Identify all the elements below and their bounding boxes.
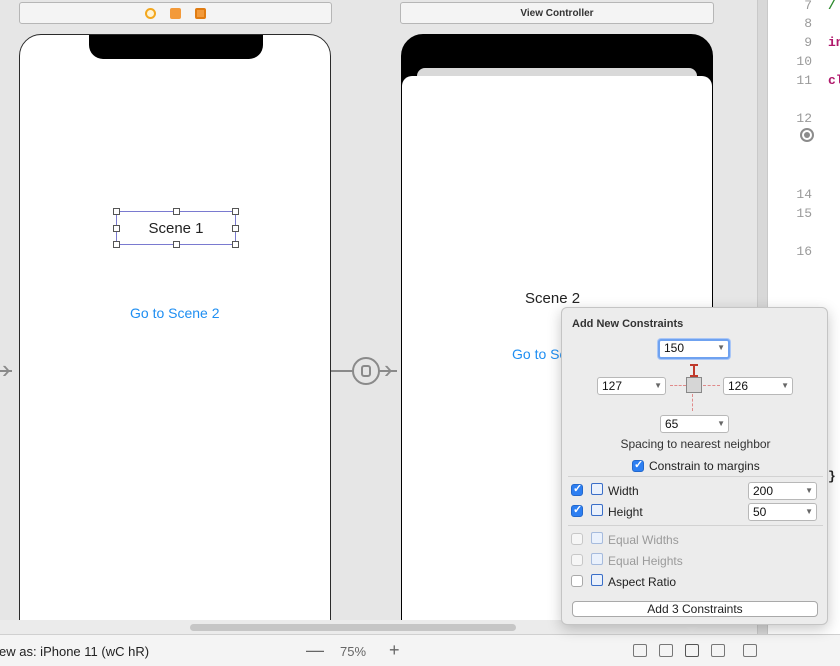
scene-2-label[interactable]: Scene 2 [525, 290, 580, 307]
closing-brace[interactable]: } [828, 469, 836, 484]
exit-icon[interactable] [195, 7, 206, 19]
scene-1-view[interactable]: Scene 1 Go to Scene 2 [19, 34, 331, 634]
code-line[interactable]: cl [828, 73, 840, 88]
scene-1-label[interactable]: Scene 1 [113, 208, 239, 248]
resize-handle[interactable] [232, 208, 239, 215]
resolve-issues-icon[interactable] [743, 644, 757, 657]
zoom-level: 75% [340, 644, 367, 659]
aspect-ratio-checkbox[interactable] [571, 575, 583, 587]
equal-heights-label: Equal Heights [608, 554, 683, 568]
scrollbar-thumb[interactable] [190, 624, 516, 631]
canvas-bottom-bar: ew as: iPhone 11 (wC hR) — 75% + [0, 634, 840, 666]
height-value-field[interactable]: 50 ▼ [748, 503, 817, 521]
equal-widths-label: Equal Widths [608, 533, 679, 547]
first-responder-icon[interactable] [170, 7, 181, 19]
go-to-scene-1-button[interactable]: Go to Sc [512, 346, 566, 362]
resize-handle[interactable] [113, 208, 120, 215]
zoom-in-button[interactable]: + [389, 640, 400, 661]
segue-arrow-icon: › [384, 354, 393, 384]
equal-widths-icon [591, 532, 603, 544]
scene-1-label-text: Scene 1 [148, 219, 204, 237]
chevron-down-icon[interactable]: ▼ [805, 504, 813, 520]
resize-handle[interactable] [113, 241, 120, 248]
equal-heights-checkbox[interactable] [571, 554, 583, 566]
left-spacing-value: 127 [602, 379, 623, 393]
chevron-down-icon[interactable]: ▼ [654, 378, 662, 394]
width-label: Width [608, 484, 639, 498]
aspect-ratio-label: Aspect Ratio [608, 575, 677, 589]
left-constraint-strut[interactable] [670, 385, 686, 386]
popover-arrow [683, 624, 701, 633]
view-controller-icon[interactable] [145, 7, 156, 19]
height-label: Height [608, 505, 643, 519]
device-notch [89, 35, 263, 59]
resize-handle[interactable] [173, 241, 180, 248]
popover-title: Add New Constraints [572, 318, 684, 330]
update-frames-icon[interactable] [633, 644, 647, 657]
height-checkbox[interactable] [571, 503, 583, 517]
constrain-margins-checkbox[interactable] [632, 458, 644, 472]
equal-heights-icon [591, 553, 603, 565]
left-spacing-field[interactable]: 127 ▼ [597, 377, 666, 395]
line-number: 16 [796, 244, 812, 259]
equal-widths-checkbox[interactable] [571, 533, 583, 545]
view-as-device-button[interactable]: ew as: iPhone 11 (wC hR) [0, 644, 149, 659]
segue-icon[interactable] [352, 357, 380, 385]
line-number: 7 [804, 0, 812, 13]
chevron-down-icon[interactable]: ▼ [717, 341, 725, 355]
resize-handle[interactable] [232, 225, 239, 232]
line-number: 15 [796, 206, 812, 221]
go-to-scene-2-button[interactable]: Go to Scene 2 [130, 305, 220, 321]
width-value-field[interactable]: 200 ▼ [748, 482, 817, 500]
line-number: 10 [796, 54, 812, 69]
scene-dock-right[interactable]: View Controller [400, 2, 714, 24]
right-spacing-field[interactable]: 126 ▼ [723, 377, 793, 395]
line-number: 14 [796, 187, 812, 202]
embed-in-stack-icon[interactable] [659, 644, 673, 657]
code-line[interactable]: / [828, 0, 836, 13]
line-number: 8 [804, 16, 812, 31]
right-constraint-strut[interactable] [703, 385, 720, 386]
width-constraint-icon [591, 483, 603, 495]
right-spacing-value: 126 [728, 379, 749, 393]
height-value: 50 [753, 505, 767, 519]
top-constraint-strut[interactable] [690, 364, 698, 377]
height-constraint-icon [591, 504, 603, 516]
bottom-spacing-field[interactable]: 65 ▼ [660, 415, 729, 433]
add-constraints-button[interactable]: Add 3 Constraints [572, 601, 818, 617]
divider [568, 525, 823, 526]
add-new-constraints-icon[interactable] [685, 644, 699, 657]
top-spacing-value: 150 [664, 341, 685, 355]
outlet-connection-icon[interactable] [800, 128, 814, 142]
top-spacing-field[interactable]: 150 ▼ [658, 339, 730, 359]
resize-handle[interactable] [173, 208, 180, 215]
resize-handle[interactable] [113, 225, 120, 232]
divider [568, 476, 823, 477]
code-line[interactable]: in [828, 35, 840, 50]
chevron-down-icon[interactable]: ▼ [781, 378, 789, 394]
bottom-spacing-value: 65 [665, 417, 679, 431]
width-checkbox[interactable] [571, 482, 583, 496]
align-icon[interactable] [711, 644, 725, 657]
bottom-constraint-strut[interactable] [692, 394, 693, 411]
chevron-down-icon[interactable]: ▼ [717, 416, 725, 432]
add-constraints-popover: Add New Constraints 150 ▼ 127 ▼ 126 ▼ 65 ▼ S… [561, 307, 828, 625]
resize-handle[interactable] [232, 241, 239, 248]
spacing-label: Spacing to nearest neighbor [620, 437, 771, 451]
chevron-down-icon[interactable]: ▼ [805, 483, 813, 499]
zoom-out-button[interactable]: — [306, 640, 324, 661]
line-number: 9 [804, 35, 812, 50]
constrain-margins-label: Constrain to margins [649, 459, 760, 473]
scene-dock-title: View Controller [520, 7, 594, 19]
constraint-center-box [686, 377, 702, 393]
line-number: 12 [796, 111, 812, 126]
width-value: 200 [753, 484, 774, 498]
aspect-ratio-icon [591, 574, 603, 586]
line-number: 11 [796, 73, 812, 88]
scene-dock-left[interactable] [19, 2, 332, 24]
entry-arrow-icon: › [2, 354, 11, 384]
